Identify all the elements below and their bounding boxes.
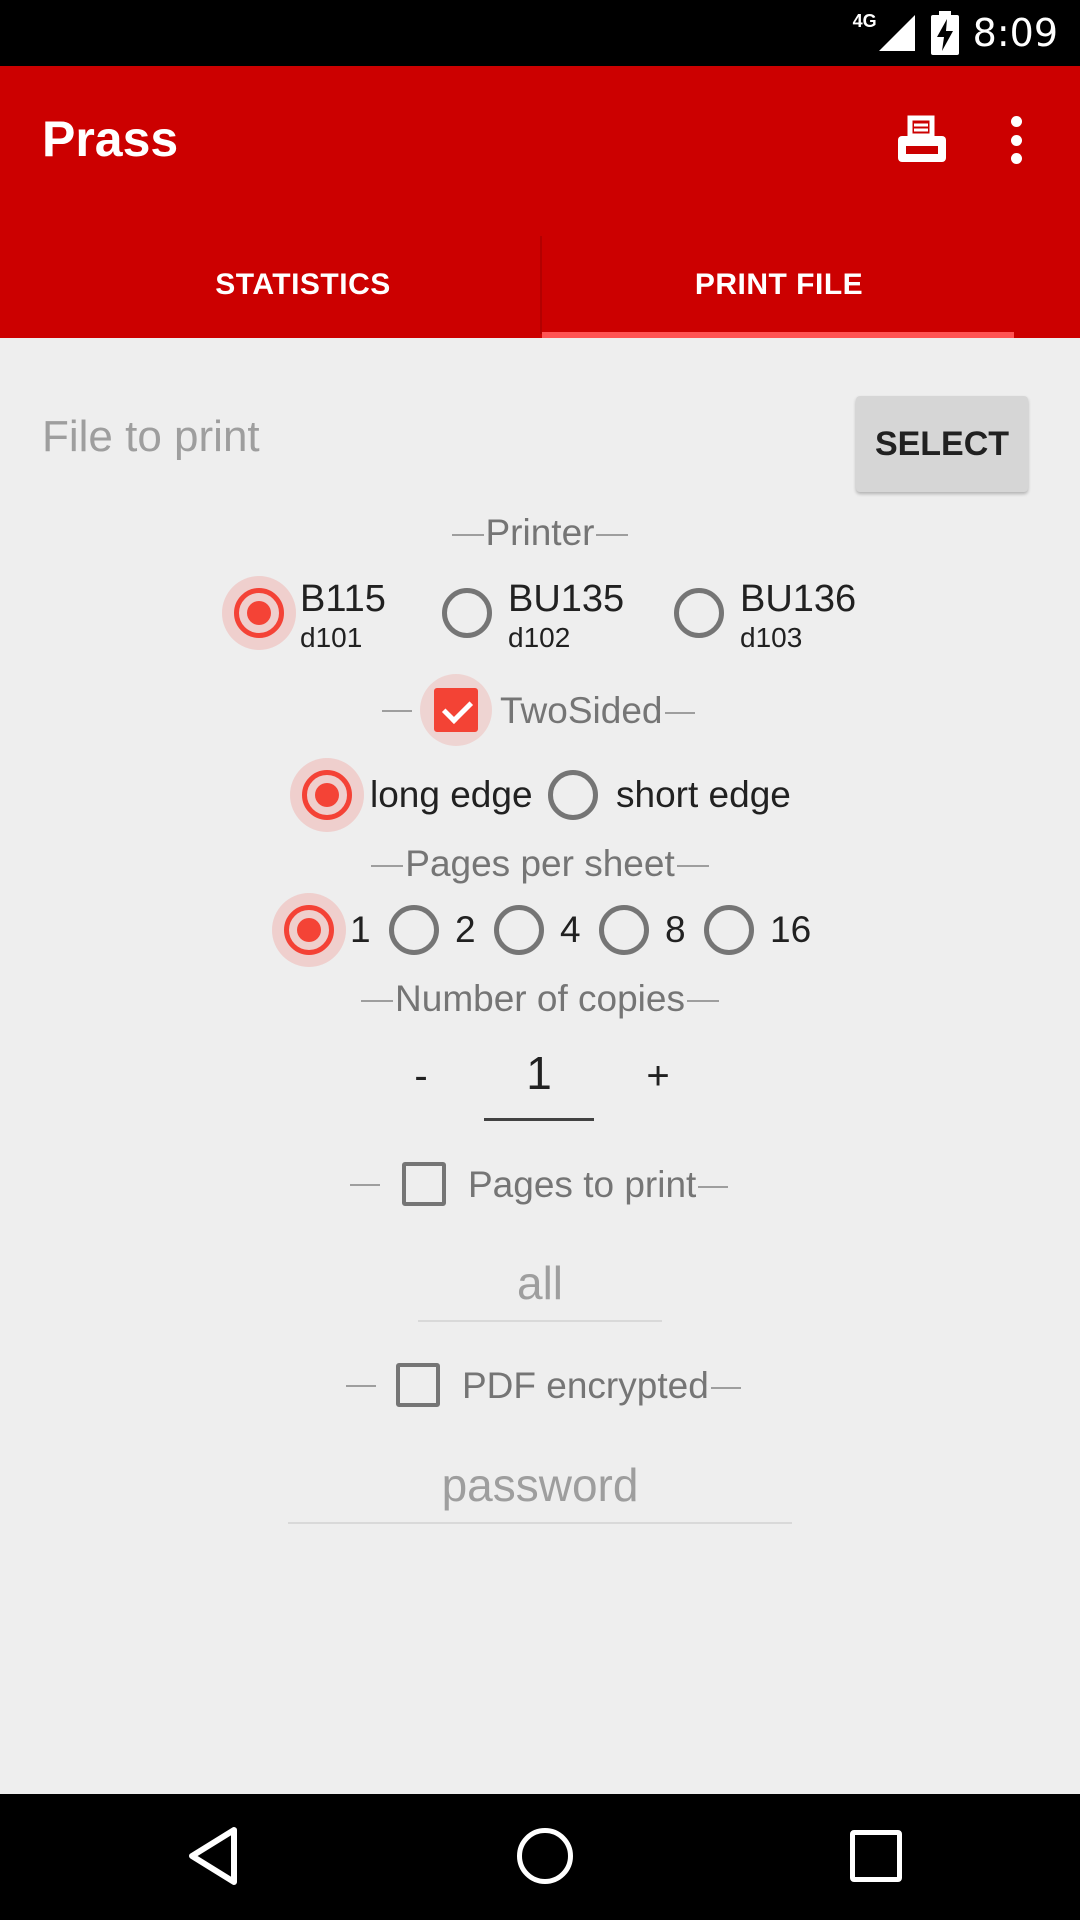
pages-per-sheet-label-8: 8 [665, 909, 686, 950]
printer-radio-bu135[interactable] [442, 588, 492, 638]
two-sided-checkbox[interactable] [420, 674, 492, 746]
long-edge-label: long edge [370, 774, 533, 815]
app-bar: Prass STATISTICS PRINT FILE [0, 66, 1080, 338]
pages-to-print-label: Pages to print [468, 1164, 729, 1206]
pages-per-sheet-radio-2[interactable] [389, 905, 439, 955]
password-input[interactable]: password [288, 1458, 792, 1524]
clock: 8:09 [972, 11, 1058, 55]
pages-per-sheet-radio-1[interactable] [272, 893, 346, 967]
tab-statistics[interactable]: STATISTICS [66, 232, 540, 338]
more-vert-icon[interactable] [998, 110, 1034, 170]
short-edge-label: short edge [616, 774, 791, 815]
pages-to-print-checkbox[interactable] [402, 1162, 446, 1206]
back-icon[interactable] [184, 1824, 248, 1888]
two-sided-line-left [382, 710, 412, 712]
printer-radio-bu136[interactable] [674, 588, 724, 638]
printer-radio-b115[interactable] [222, 576, 296, 650]
pages-per-sheet-label-1: 1 [350, 909, 371, 950]
navigation-bar [0, 1794, 1080, 1920]
pages-per-sheet-label-16: 16 [770, 909, 812, 950]
tab-indicator [542, 332, 1014, 338]
printer-name-bu136: BU136 [740, 578, 857, 620]
two-sided-label-text: TwoSided [500, 690, 663, 731]
copies-section-label: Number of copies [0, 978, 1080, 1020]
printer-room-b115: d101 [300, 622, 363, 653]
pages-per-sheet-section-label: Pages per sheet [0, 843, 1080, 885]
printer-label-text: Printer [485, 512, 595, 553]
printer-name-bu135: BU135 [508, 578, 625, 620]
pages-to-print-line-left [350, 1184, 380, 1186]
pages-per-sheet-radio-4[interactable] [494, 905, 544, 955]
file-to-print-label: File to print [42, 412, 260, 461]
pages-per-sheet-radio-8[interactable] [599, 905, 649, 955]
tab-print-file[interactable]: PRINT FILE [542, 232, 1016, 338]
pdf-encrypted-label: PDF encrypted [462, 1365, 741, 1407]
network-type-label: 4G [852, 10, 877, 31]
home-icon[interactable] [517, 1828, 573, 1884]
printer-name-b115: B115 [300, 578, 386, 620]
printer-room-bu135: d102 [508, 622, 571, 653]
decrement-copies-button[interactable]: - [401, 1054, 441, 1099]
pages-to-print-label-text: Pages to print [468, 1164, 697, 1205]
increment-copies-button[interactable]: + [638, 1054, 678, 1099]
pdf-encrypted-checkbox[interactable] [396, 1363, 440, 1407]
pages-per-sheet-label-4: 4 [560, 909, 581, 950]
copies-label-text: Number of copies [395, 978, 685, 1019]
short-edge-radio[interactable] [548, 770, 598, 820]
pdf-encrypted-label-text: PDF encrypted [462, 1365, 709, 1406]
pages-per-sheet-radio-16[interactable] [704, 905, 754, 955]
battery-charging-icon [930, 11, 959, 55]
select-file-button[interactable]: SELECT [856, 396, 1028, 492]
signal-icon [878, 15, 915, 51]
pages-per-sheet-label-text: Pages per sheet [405, 843, 675, 884]
status-bar: 4G 8:09 [0, 0, 1080, 66]
pages-per-sheet-label-2: 2 [455, 909, 476, 950]
printer-room-bu136: d103 [740, 622, 803, 653]
long-edge-radio[interactable] [290, 758, 364, 832]
copies-input[interactable]: 1 [484, 1046, 594, 1121]
pages-to-print-input[interactable]: all [418, 1256, 662, 1322]
two-sided-label: TwoSided [500, 690, 695, 732]
printer-section-label: Printer [0, 512, 1080, 554]
print-icon[interactable] [896, 114, 948, 166]
status-icons: 4G 8:09 [853, 0, 1058, 66]
pdf-encrypted-line-left [346, 1385, 376, 1387]
recents-icon[interactable] [850, 1830, 902, 1882]
app-title: Prass [42, 111, 179, 167]
